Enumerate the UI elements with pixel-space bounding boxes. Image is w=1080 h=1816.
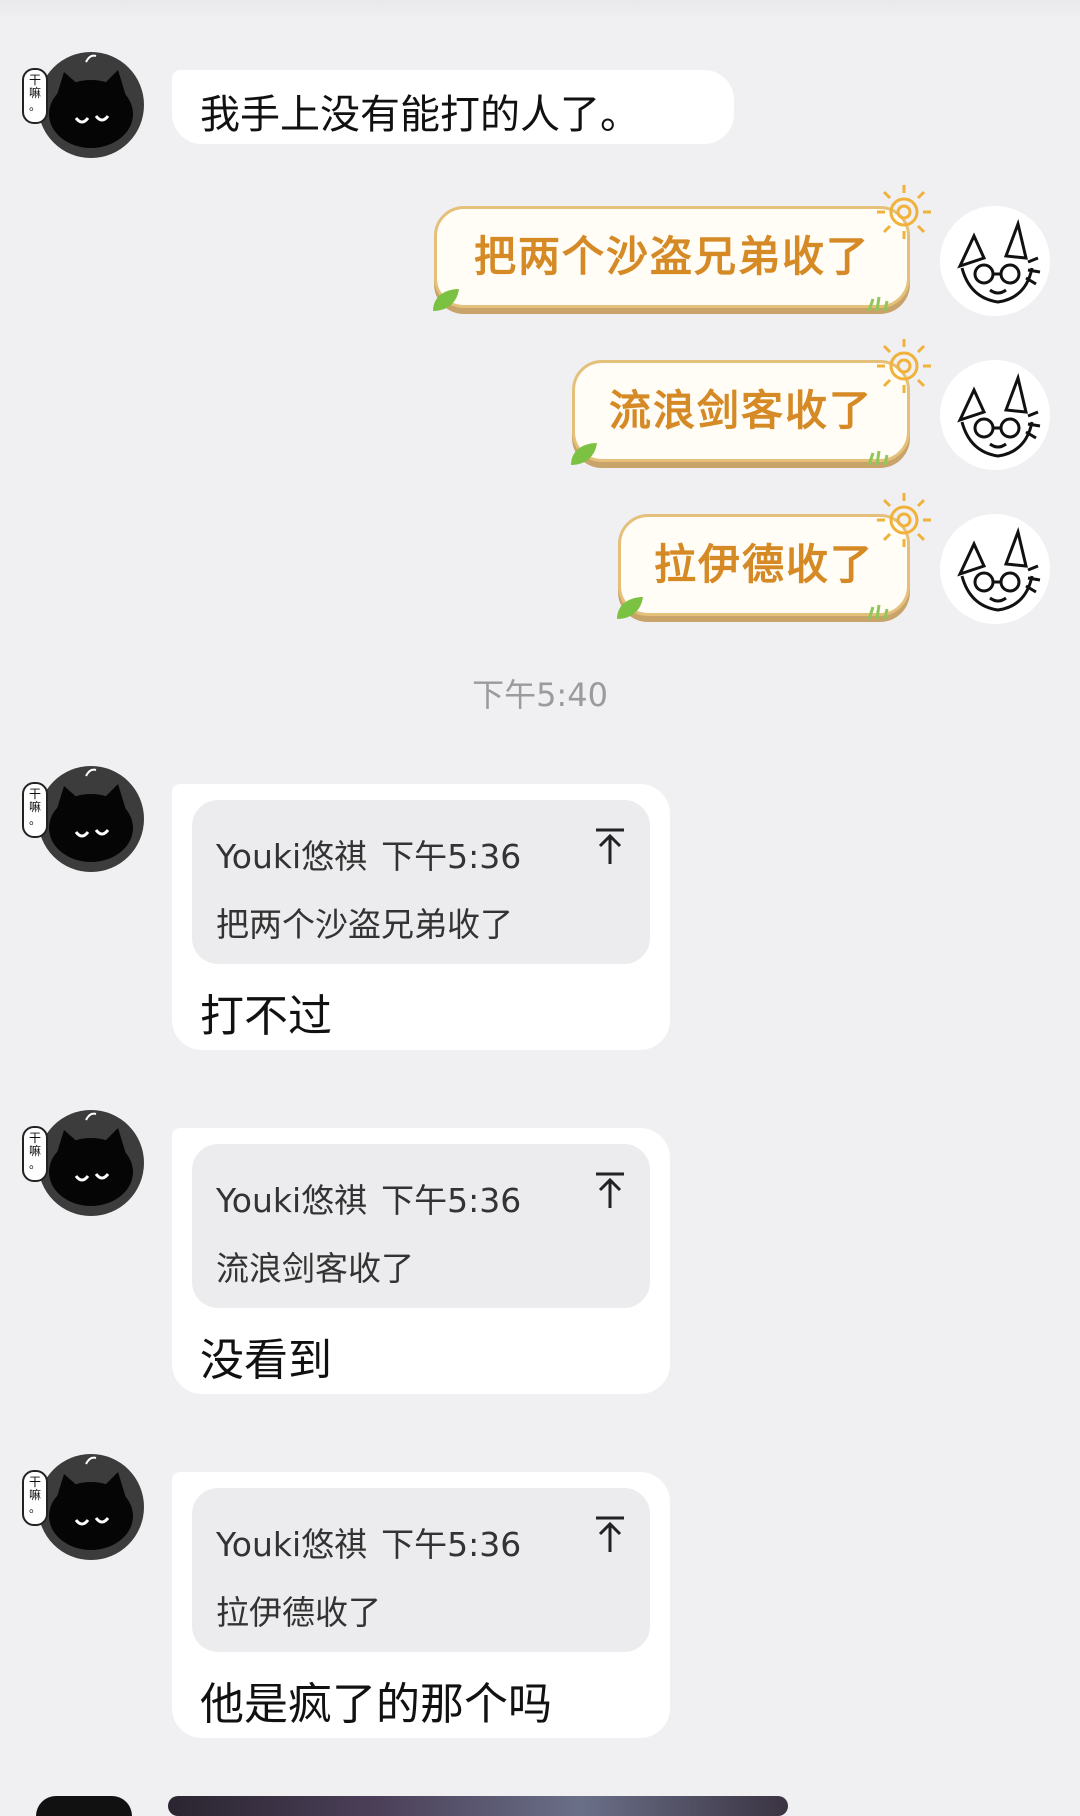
sprout-icon	[867, 450, 889, 465]
message-bubble[interactable]: 流浪剑客收了	[571, 339, 931, 465]
quote-meta: Youki悠祺 下午5:36	[216, 830, 521, 878]
message-text: 我手上没有能打的人了。	[200, 92, 640, 138]
quoted-message[interactable]: Youki悠祺 下午5:36 拉伊德收了	[192, 1488, 650, 1652]
avatar[interactable]: 干嘛。	[22, 1106, 144, 1226]
leaf-icon	[617, 597, 643, 619]
sketch-character-avatar-icon	[957, 526, 1041, 612]
message-text: 拉伊德收了	[653, 540, 874, 589]
arrow-up-to-top-icon[interactable]	[590, 1168, 630, 1212]
quote-time: 下午5:36	[381, 1525, 522, 1564]
quote-text: 流浪剑客收了	[216, 1249, 414, 1288]
quote-meta: Youki悠祺 下午5:36	[216, 1174, 521, 1222]
avatar-badge: 干嘛。	[22, 1470, 48, 1526]
arrow-up-to-top-icon[interactable]	[590, 824, 630, 868]
quote-meta: Youki悠祺 下午5:36	[216, 1518, 521, 1566]
quote-text: 拉伊德收了	[216, 1593, 381, 1632]
reply-message-bubble[interactable]: Youki悠祺 下午5:36 拉伊德收了 他是疯了的那个吗	[172, 1472, 670, 1738]
avatar[interactable]	[940, 206, 1050, 316]
message-bubble[interactable]: 把两个沙盗兄弟收了	[433, 185, 931, 311]
leaf-icon	[571, 443, 597, 465]
image-message-partial[interactable]	[168, 1796, 788, 1816]
quote-sender: Youki悠祺	[216, 1181, 368, 1220]
black-cat-avatar-icon	[38, 1110, 144, 1216]
quote-time: 下午5:36	[381, 1181, 522, 1220]
avatar[interactable]: 干嘛。	[22, 1450, 144, 1570]
quoted-message[interactable]: Youki悠祺 下午5:36 把两个沙盗兄弟收了	[192, 800, 650, 964]
quote-sender: Youki悠祺	[216, 1525, 368, 1564]
message-text: 流浪剑客收了	[608, 386, 873, 435]
sun-icon	[877, 493, 931, 547]
sprout-icon	[867, 604, 889, 619]
message-bubble[interactable]: 我手上没有能打的人了。	[172, 70, 734, 144]
sun-icon	[877, 339, 931, 393]
reply-message-bubble[interactable]: Youki悠祺 下午5:36 流浪剑客收了 没看到	[172, 1128, 670, 1394]
sketch-character-avatar-icon	[957, 372, 1041, 458]
sketch-character-avatar-icon	[957, 218, 1041, 304]
message-text: 没看到	[200, 1335, 332, 1386]
black-cat-avatar-icon	[38, 766, 144, 872]
avatar[interactable]: 干嘛。	[22, 762, 144, 882]
avatar[interactable]: 干嘛。	[22, 48, 144, 168]
reply-message-bubble[interactable]: Youki悠祺 下午5:36 把两个沙盗兄弟收了 打不过	[172, 784, 670, 1050]
top-edge	[0, 0, 1080, 20]
timestamp: 下午5:40	[472, 676, 608, 714]
quote-time: 下午5:36	[381, 837, 522, 876]
sprout-icon	[867, 296, 889, 311]
leaf-icon	[433, 289, 459, 311]
quote-text: 把两个沙盗兄弟收了	[216, 905, 513, 944]
avatar[interactable]	[940, 360, 1050, 470]
avatar-badge: 干嘛。	[22, 68, 48, 124]
quoted-message[interactable]: Youki悠祺 下午5:36 流浪剑客收了	[192, 1144, 650, 1308]
black-cat-avatar-icon	[38, 1454, 144, 1560]
message-text: 他是疯了的那个吗	[200, 1679, 552, 1730]
avatar-badge: 干嘛。	[22, 782, 48, 838]
message-text: 把两个沙盗兄弟收了	[473, 232, 870, 281]
avatar[interactable]	[940, 514, 1050, 624]
message-text: 打不过	[200, 991, 332, 1042]
avatar-badge: 干嘛。	[22, 1126, 48, 1182]
quote-sender: Youki悠祺	[216, 837, 368, 876]
avatar[interactable]	[36, 1796, 132, 1816]
black-cat-avatar-icon	[38, 52, 144, 158]
message-bubble[interactable]: 拉伊德收了	[617, 493, 931, 619]
sun-icon	[877, 185, 931, 239]
arrow-up-to-top-icon[interactable]	[590, 1512, 630, 1556]
